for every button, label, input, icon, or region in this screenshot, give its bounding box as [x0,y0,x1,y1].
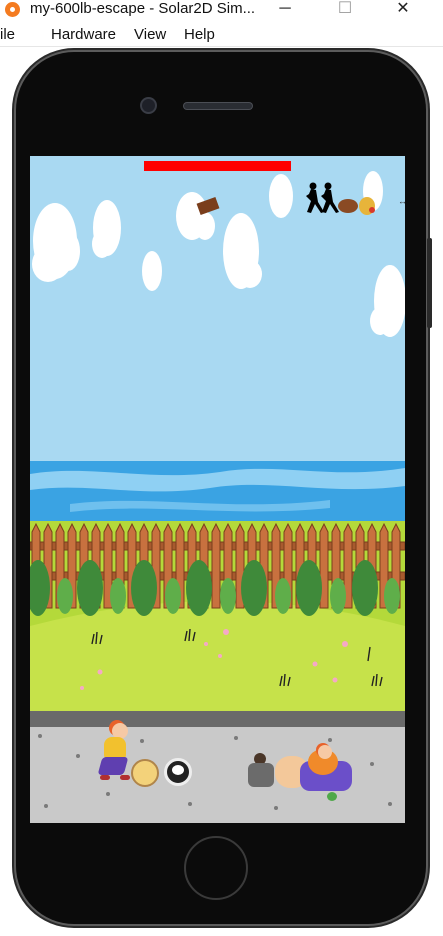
hill [30,601,405,711]
minimize-button[interactable]: ─ [270,0,300,20]
sofa-person-head [318,745,332,759]
game-screen[interactable]: ↔ [30,156,405,823]
close-button[interactable]: ✕ [388,0,418,20]
solar2d-app-icon [5,2,20,17]
food-item-icon [327,792,337,801]
phone-side-button[interactable] [427,238,432,328]
sea [30,461,405,521]
health-bar-fill [144,161,291,171]
health-bar [144,161,291,171]
front-camera-icon [142,99,155,112]
menu-bar: ile Hardware View Help [0,24,443,47]
player-body [104,737,126,759]
window-titlebar: my-600lb-escape - Solar2D Sim... ─ ☐ ✕ [0,0,443,20]
player-legs [97,757,129,775]
player-shoe [100,775,110,780]
curb [30,711,405,727]
rice-icon [172,765,184,775]
maximize-button[interactable]: ☐ [330,0,360,20]
menu-hardware[interactable]: Hardware [51,26,116,44]
arrow-icon: ↔ [398,196,405,206]
food-pile-icon [338,199,358,213]
cloud [142,251,162,291]
ketchup-icon [369,207,375,213]
food-plate-icon[interactable] [131,759,159,787]
menu-file[interactable]: ile [0,26,15,44]
earpiece-speaker [184,103,252,109]
window-title: my-600lb-escape - Solar2D Sim... [30,0,256,17]
home-button[interactable] [184,836,248,900]
cloud [269,174,293,218]
game-scene: ↔ [30,156,405,823]
menu-help[interactable]: Help [184,26,215,44]
menu-view[interactable]: View [134,26,166,44]
person-on-sofa-obstacle [300,745,354,797]
sitter-body [248,763,274,787]
player-shoe [120,775,130,780]
